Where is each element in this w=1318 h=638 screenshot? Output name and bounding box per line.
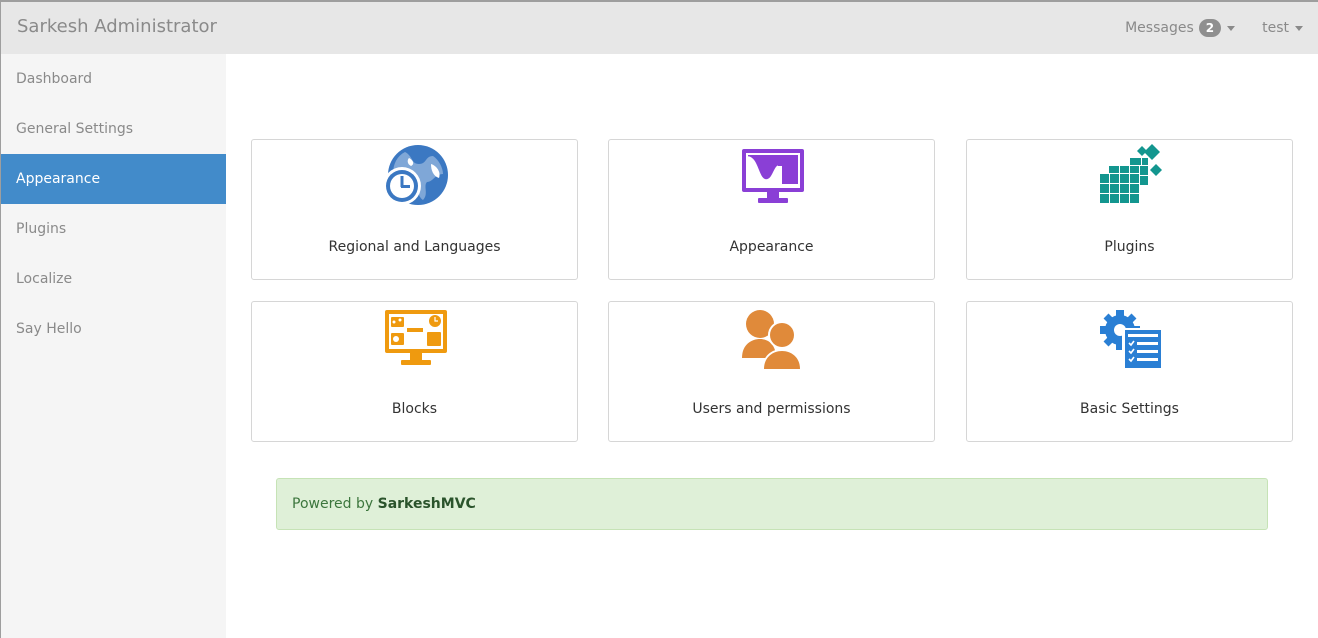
powered-by-alert: Powered by SarkeshMVC [276, 478, 1268, 530]
sidebar-item-appearance[interactable]: Appearance [1, 154, 226, 204]
tile-label: Plugins [1104, 239, 1155, 255]
tile-blocks[interactable]: Blocks [251, 301, 578, 442]
monitor-chart-icon [742, 149, 804, 203]
top-navbar: Sarkesh Administrator Messages 2 test [0, 0, 1318, 54]
sidebar-item-localize[interactable]: Localize [1, 254, 226, 304]
sidebar-item-label: Plugins [16, 221, 67, 237]
tile-plugins[interactable]: Plugins [966, 139, 1293, 280]
sidebar-item-plugins[interactable]: Plugins [1, 204, 226, 254]
gear-list-icon [1100, 310, 1162, 370]
sidebar-item-general-settings[interactable]: General Settings [1, 104, 226, 154]
messages-count-badge: 2 [1198, 19, 1222, 37]
messages-dropdown[interactable]: Messages 2 [1125, 19, 1236, 37]
sidebar-item-label: General Settings [16, 121, 134, 137]
messages-label: Messages [1125, 20, 1194, 36]
sidebar-item-label: Dashboard [16, 71, 92, 87]
sidebar-item-label: Say Hello [16, 321, 82, 337]
cubes-icon [1100, 144, 1162, 203]
tile-basic-settings[interactable]: Basic Settings [966, 301, 1293, 442]
powered-by-brand: SarkeshMVC [377, 496, 476, 512]
user-label: test [1262, 20, 1289, 36]
tile-label: Appearance [729, 239, 814, 255]
brand-link[interactable]: Sarkesh Administrator [17, 16, 217, 37]
sidebar: Dashboard General Settings Appearance Pl… [0, 54, 226, 638]
tile-label: Users and permissions [692, 401, 851, 417]
chevron-down-icon [1295, 25, 1303, 31]
sidebar-item-say-hello[interactable]: Say Hello [1, 304, 226, 354]
tile-regional-languages[interactable]: Regional and Languages [251, 139, 578, 280]
navbar-right: Messages 2 test [1125, 2, 1318, 54]
user-dropdown[interactable]: test [1262, 20, 1303, 36]
sidebar-item-label: Appearance [16, 171, 101, 187]
powered-by-prefix: Powered by [292, 496, 374, 512]
tile-label: Regional and Languages [328, 239, 501, 255]
tile-appearance[interactable]: Appearance [608, 139, 935, 280]
monitor-blocks-icon [385, 310, 447, 365]
tile-label: Blocks [391, 401, 438, 417]
users-icon [742, 310, 802, 370]
sidebar-item-dashboard[interactable]: Dashboard [1, 54, 226, 104]
tile-users-permissions[interactable]: Users and permissions [608, 301, 935, 442]
globe-clock-icon [383, 145, 448, 205]
chevron-down-icon [1227, 25, 1236, 31]
sidebar-item-label: Localize [16, 271, 73, 287]
tile-label: Basic Settings [1080, 401, 1179, 417]
